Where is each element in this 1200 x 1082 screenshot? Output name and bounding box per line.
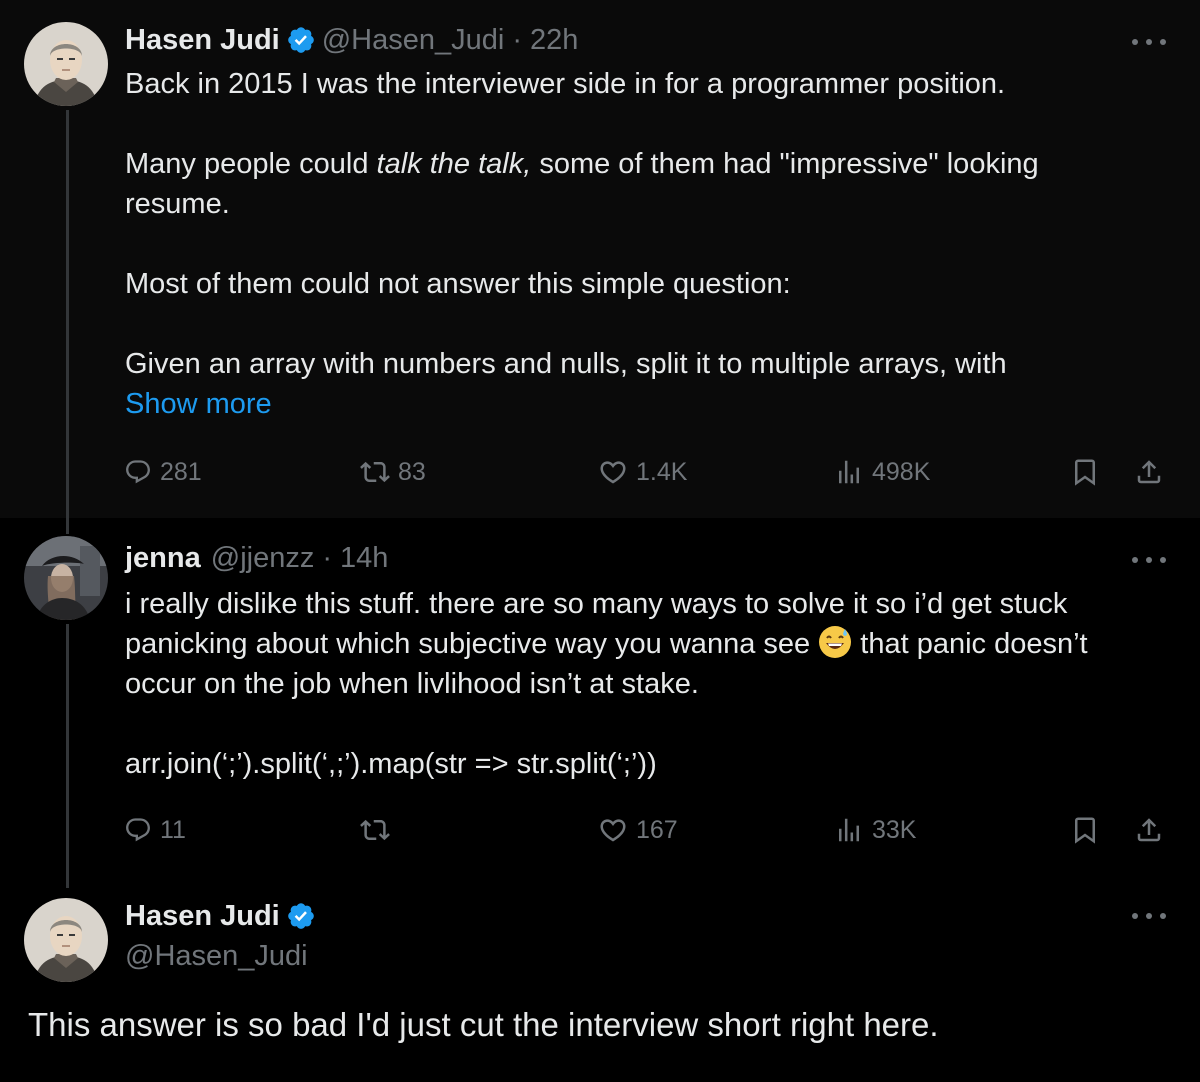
share-icon (1134, 457, 1164, 487)
repost-button[interactable]: 83 (360, 450, 426, 494)
code-line: arr.join(‘;’).split(‘,;’).map(str => str… (125, 748, 657, 780)
tweet-header: jenna @jjenzz · 14h (125, 538, 388, 578)
share-icon (1134, 815, 1164, 845)
thread-line (66, 518, 69, 534)
action-bar: 281 83 1.4K 498K (0, 450, 1200, 494)
text-line: Back in 2015 I was the interviewer side … (125, 68, 1006, 100)
like-button[interactable]: 1.4K (598, 450, 687, 494)
views-button[interactable]: 33K (834, 808, 916, 852)
like-button[interactable]: 167 (598, 808, 678, 852)
views-icon (834, 457, 864, 487)
text-line: Most of them could not answer this simpl… (125, 268, 791, 300)
verified-badge-icon[interactable] (286, 25, 316, 55)
text-line: i really dislike this stuff. there are s… (125, 588, 1068, 620)
repost-button[interactable] (360, 808, 390, 852)
timestamp[interactable]: 22h (530, 24, 578, 57)
share-button[interactable] (1134, 450, 1164, 494)
like-count: 1.4K (636, 457, 688, 486)
bookmark-icon (1070, 457, 1100, 487)
avatar[interactable] (24, 22, 108, 106)
reply-icon (124, 816, 152, 844)
tweet-text: i really dislike this stuff. there are s… (125, 584, 1185, 784)
show-more-link[interactable]: Show more (125, 388, 272, 420)
separator-dot: · (512, 23, 522, 56)
heart-icon (598, 815, 628, 845)
verified-badge-icon[interactable] (286, 901, 316, 931)
author-name[interactable]: Hasen Judi (125, 24, 280, 57)
share-button[interactable] (1134, 808, 1164, 852)
heart-icon (598, 457, 628, 487)
more-icon[interactable] (1132, 554, 1166, 566)
reply-count: 11 (160, 815, 186, 844)
bookmark-button[interactable] (1070, 450, 1100, 494)
reply-button[interactable]: 281 (124, 450, 202, 494)
text-line: Given an array with numbers and nulls, s… (125, 348, 1007, 380)
author-handle[interactable]: @jjenzz (211, 542, 315, 575)
repost-icon (360, 815, 390, 845)
tweet-hasen-judi[interactable]: Hasen Judi @Hasen_Judi · 22h Back in 201… (0, 0, 1200, 518)
reply-icon (124, 458, 152, 486)
repost-icon (360, 457, 390, 487)
separator-dot: · (322, 541, 333, 574)
tweet-header-handle: @Hasen_Judi (125, 936, 308, 976)
views-icon (834, 815, 864, 845)
views-count: 33K (872, 815, 917, 844)
text-line: panicking about which subjective way you… (125, 624, 1185, 664)
avatar[interactable] (24, 898, 108, 982)
tweet-text: Back in 2015 I was the interviewer side … (125, 64, 1185, 424)
bookmark-button[interactable] (1070, 808, 1100, 852)
author-handle[interactable]: @Hasen_Judi (125, 940, 308, 973)
author-name[interactable]: jenna (125, 542, 201, 575)
text-line: occur on the job when livlihood isn’t at… (125, 668, 699, 700)
more-icon[interactable] (1132, 36, 1166, 48)
reply-button[interactable]: 11 (124, 808, 186, 852)
tweet-header: Hasen Judi (125, 896, 322, 936)
tweet-header: Hasen Judi @Hasen_Judi · 22h (125, 20, 578, 60)
more-icon[interactable] (1132, 910, 1166, 922)
grinning-face-with-sweat-emoji (818, 625, 852, 659)
repost-count: 83 (398, 457, 426, 486)
tweet-text: This answer is so bad I'd just cut the i… (28, 1006, 939, 1043)
timestamp[interactable]: 14h (340, 542, 388, 575)
tweet-hasen-judi-reply[interactable]: Hasen Judi @Hasen_Judi This answer is so… (0, 888, 1200, 1082)
text-line: Many people could talk the talk, some of… (125, 148, 1039, 180)
author-handle[interactable]: @Hasen_Judi (322, 24, 505, 57)
views-count: 498K (872, 457, 931, 486)
like-count: 167 (636, 815, 678, 844)
tweet-jenna[interactable]: jenna @jjenzz · 14h i really dislike thi… (0, 518, 1200, 888)
reply-count: 281 (160, 457, 202, 486)
bookmark-icon (1070, 815, 1100, 845)
author-name[interactable]: Hasen Judi (125, 900, 280, 933)
action-bar: 11 167 33K (0, 808, 1200, 852)
text-line: resume. (125, 188, 230, 220)
views-button[interactable]: 498K (834, 450, 930, 494)
avatar[interactable] (24, 536, 108, 620)
